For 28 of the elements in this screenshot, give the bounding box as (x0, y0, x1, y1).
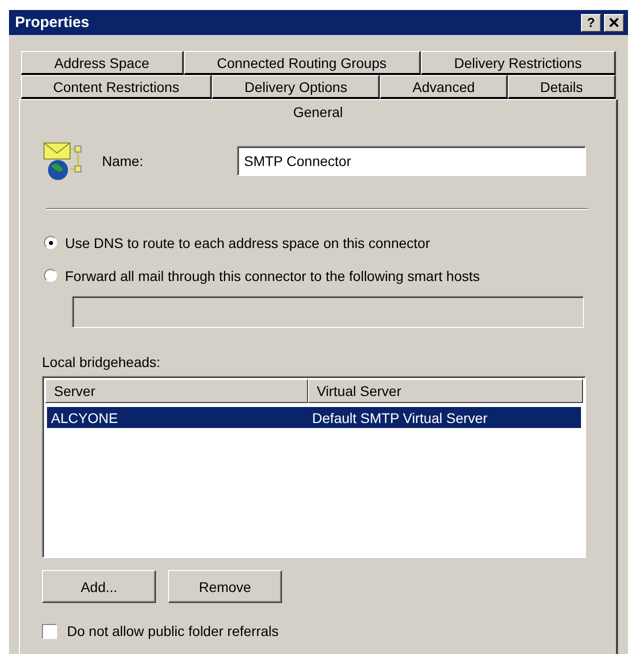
close-button[interactable] (604, 14, 624, 32)
tab[interactable]: Delivery Options (212, 75, 380, 99)
bridgehead-list[interactable]: Server Virtual Server ALCYONE Default SMTP Virtual Server (42, 376, 586, 558)
column-header[interactable]: Virtual Server (308, 379, 583, 403)
checkbox-label[interactable]: Do not allow public folder referrals (67, 623, 279, 639)
tab[interactable]: Content Restrictions (21, 75, 212, 99)
tab[interactable]: Details (508, 75, 616, 99)
tab[interactable]: General (19, 99, 618, 124)
tab[interactable]: Connected Routing Groups (184, 51, 421, 75)
tab[interactable]: Advanced (380, 75, 508, 99)
column-header[interactable]: Server (45, 379, 308, 403)
option-label[interactable]: Use DNS to route to each address space on this connector (65, 234, 430, 250)
checkbox[interactable] (42, 624, 57, 638)
tab[interactable]: Delivery Restrictions (420, 51, 616, 75)
help-button[interactable]: ? (581, 14, 601, 32)
window-title: Properties (15, 14, 90, 31)
tab[interactable]: Address Space (21, 51, 184, 75)
list-label: Local bridgeheads: (42, 354, 162, 370)
list-row[interactable]: ALCYONE Default SMTP Virtual Server (47, 407, 581, 428)
envelope-globe-icon (42, 141, 82, 181)
radio-button[interactable] (44, 236, 57, 249)
option-label[interactable]: Forward all mail through this connector to the following smart hosts (65, 268, 480, 284)
close-icon (609, 18, 619, 27)
add-button[interactable]: Add... (42, 570, 156, 603)
remove-button[interactable]: Remove (168, 570, 282, 603)
field-label: Name: (102, 153, 144, 169)
name-field[interactable]: SMTP Connector (237, 146, 586, 176)
radio-button[interactable] (44, 269, 57, 282)
